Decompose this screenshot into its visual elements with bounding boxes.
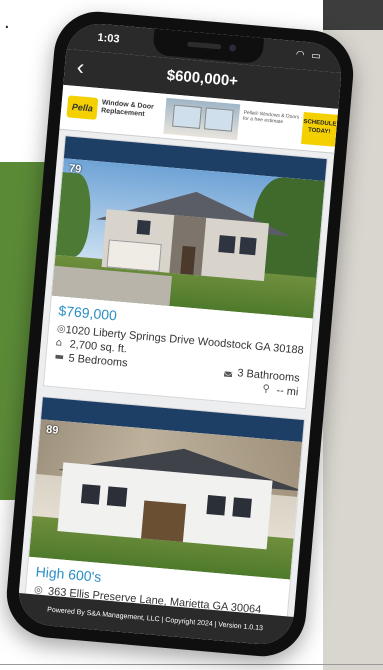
ad-logo: Pella <box>66 95 99 120</box>
listing-distance: -- mi <box>275 384 299 399</box>
wifi-icon: ◠ <box>295 49 308 61</box>
background-text: . <box>4 12 10 33</box>
house-garage <box>106 239 162 272</box>
battery-icon: ▭ <box>310 50 324 63</box>
ad-cta-button[interactable]: SCHEDULE TODAY! <box>301 111 338 147</box>
photo-count-badge: 79 <box>68 162 82 176</box>
house-window <box>206 494 227 516</box>
listing-card[interactable]: 79 $769,000 ◎ 1020 Liberty Springs Drive… <box>42 135 328 410</box>
camera-icon <box>228 44 237 52</box>
ad-photo <box>163 97 241 141</box>
house-window <box>218 235 236 254</box>
listing-card[interactable]: 89 High 600's ◎ 363 Ellis Preserve Lane,… <box>23 396 306 629</box>
photo-count-badge: 89 <box>45 423 59 437</box>
speaker-icon <box>187 41 222 50</box>
phone-screen: 1:03 ◠ ▭ ‹ $600,000+ Pella Window & Door… <box>16 21 344 647</box>
area-icon: ⌂ <box>55 337 63 349</box>
status-icons: ◠ ▭ <box>295 49 323 62</box>
house-window <box>136 220 151 235</box>
ad-brand: Window & Door Replacement <box>100 99 155 119</box>
ad-window-graphic <box>203 107 234 132</box>
listing-list: 79 $769,000 ◎ 1020 Liberty Springs Drive… <box>23 135 328 629</box>
bed-icon: ▬ <box>54 351 65 363</box>
house-window <box>239 237 257 256</box>
house-window <box>81 483 101 505</box>
background-shelf <box>323 0 383 30</box>
bath-icon: ◛ <box>223 365 234 378</box>
listing-photo[interactable]: 89 <box>29 419 303 580</box>
house-door <box>180 246 196 275</box>
ad-window-graphic <box>172 104 202 129</box>
background-line <box>0 664 383 665</box>
phone-device: 1:03 ◠ ▭ ‹ $600,000+ Pella Window & Door… <box>3 8 357 660</box>
house-porch <box>141 500 187 543</box>
house-window <box>232 497 253 518</box>
listing-photo[interactable]: 79 <box>51 158 325 319</box>
status-time: 1:03 <box>96 31 120 46</box>
distance-item: ⚲ -- mi <box>262 382 299 399</box>
house-window <box>107 486 128 507</box>
distance-icon: ⚲ <box>262 383 271 396</box>
